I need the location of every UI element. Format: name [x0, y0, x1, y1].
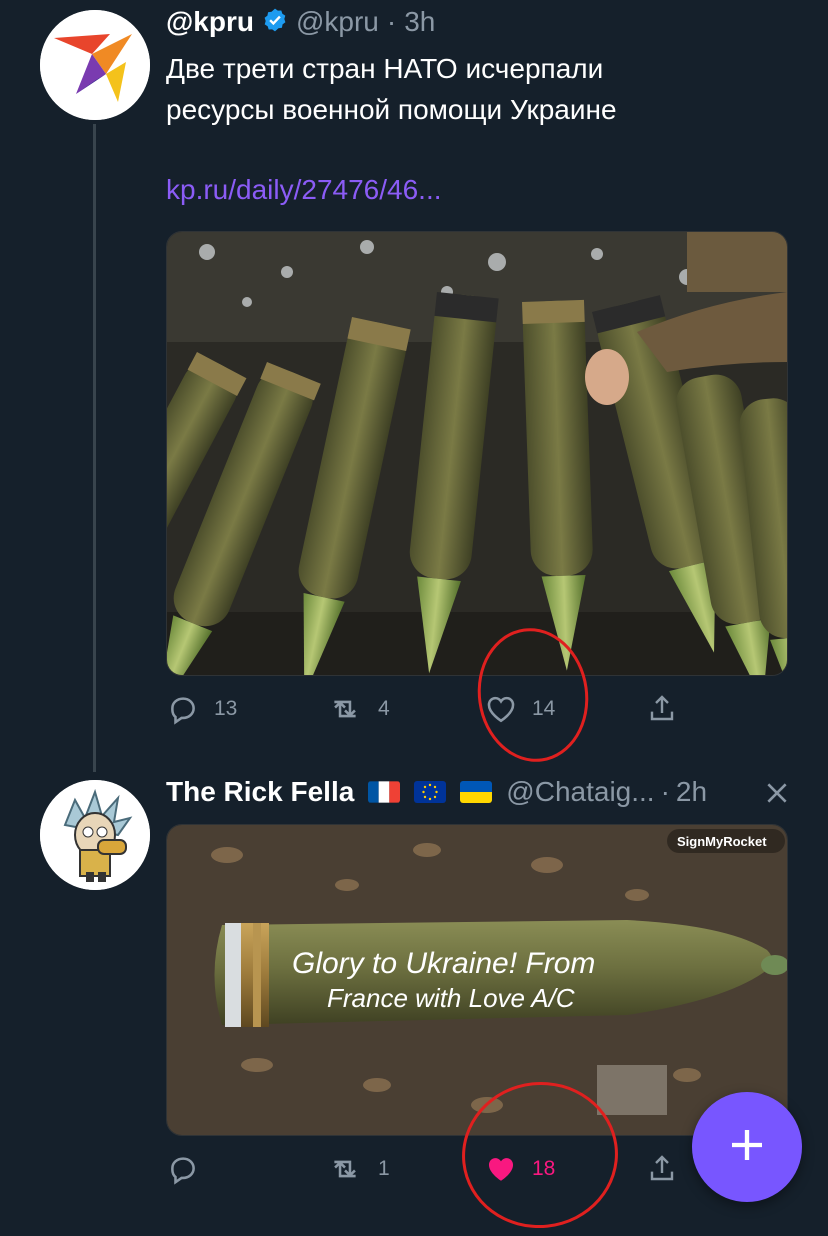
tweet1-text-line2: ресурсы военной помощи Украине: [166, 94, 617, 125]
tweet1-reply-button[interactable]: 13: [166, 692, 237, 726]
tweet1-link[interactable]: kp.ru/daily/27476/46...: [166, 174, 442, 206]
share-icon: [646, 1152, 678, 1186]
shell-writing-line2: France with Love A/C: [327, 983, 575, 1013]
kp-logo-icon: [40, 10, 150, 120]
tweet1-separator: ·: [386, 6, 397, 37]
tweet2-header: The Rick Fella @Chataig... · 2h: [166, 776, 707, 808]
rick-fella-avatar[interactable]: [40, 780, 150, 890]
kpru-avatar[interactable]: [40, 10, 150, 120]
tweet1-text-line1: Две трети стран НАТО исчерпали: [166, 53, 604, 84]
thread-connector-line: [93, 124, 96, 772]
rick-cartoon-avatar-icon: [40, 780, 150, 890]
tweet2-share-button[interactable]: [646, 1152, 678, 1186]
tweet1-display-name[interactable]: @kpru: [166, 6, 254, 38]
tweet1-text: Две трети стран НАТО исчерпали ресурсы в…: [166, 48, 806, 130]
retweet-icon: [326, 692, 364, 726]
artillery-shells-image: [167, 232, 787, 675]
verified-badge-icon: [262, 7, 288, 38]
tweet2-reply-button[interactable]: [166, 1152, 214, 1186]
plus-icon: [727, 1125, 767, 1170]
tweet1-media-photo[interactable]: [166, 231, 788, 676]
share-icon: [646, 692, 678, 726]
shell-writing-line1: Glory to Ukraine! From: [292, 947, 595, 980]
media-watermark: SignMyRocket: [677, 834, 767, 849]
tweet2-timestamp[interactable]: 2h: [676, 776, 707, 808]
reply-icon: [166, 1152, 200, 1186]
tweet2-display-name[interactable]: The Rick Fella: [166, 776, 354, 808]
tweet1-retweet-button[interactable]: 4: [326, 692, 390, 726]
tweet1-retweet-count: 4: [378, 697, 390, 720]
tweet2-retweet-button[interactable]: 1: [326, 1152, 390, 1186]
tweet1-share-button[interactable]: [646, 692, 678, 726]
tweet1-timestamp[interactable]: 3h: [404, 6, 435, 38]
tweet1-reply-count: 13: [214, 697, 238, 720]
compose-tweet-button[interactable]: [692, 1092, 802, 1202]
signed-shell-image: Glory to Ukraine! From France with Love …: [167, 825, 787, 1135]
ukraine-flag-icon: [460, 781, 493, 803]
tweet2-handle[interactable]: @Chataig...: [506, 776, 654, 808]
tweet2-separator: ·: [660, 776, 670, 807]
tweet1-handle[interactable]: @kpru: [296, 6, 379, 38]
dismiss-close-icon[interactable]: [764, 780, 790, 811]
tweet2-retweet-count: 1: [378, 1157, 390, 1180]
tweet1-header: @kpru @kpru · 3h: [166, 6, 435, 38]
reply-icon: [166, 692, 200, 726]
france-flag-icon: [368, 781, 401, 803]
tweet2-media-photo[interactable]: Glory to Ukraine! From France with Love …: [166, 824, 788, 1136]
eu-flag-icon: [414, 781, 447, 803]
retweet-icon: [326, 1152, 364, 1186]
